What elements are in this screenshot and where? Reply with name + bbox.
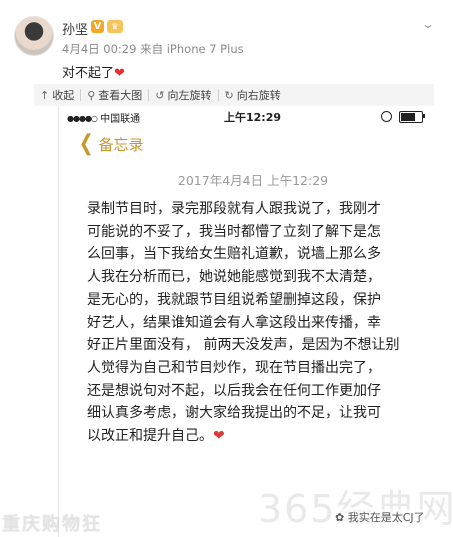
battery-tip xyxy=(423,114,425,118)
collapse-icon: ↑ xyxy=(40,88,50,102)
wechat-label: 我实在是太CJ了 xyxy=(347,511,425,524)
wechat-icon: ✿ xyxy=(335,511,345,524)
battery-icon xyxy=(399,111,423,123)
signal-icon: ●●●●○ xyxy=(67,114,98,123)
verified-badge-icon: V xyxy=(91,20,104,33)
rotate-right-icon: ↻ xyxy=(224,88,234,102)
note-line: 可能说的不妥了，我当时都懵了立刻了解下是怎 xyxy=(87,223,381,240)
note-line: 人我在分析而已，她说她能感觉到我不太清楚， xyxy=(87,269,381,286)
collapse-label: 收起 xyxy=(52,89,75,102)
note-line: 录制节目时，录完那段就有人跟我说了，我刚才 xyxy=(87,201,381,217)
note-line: 还是想说句对不起，以后我会在任何工作更加仔 xyxy=(87,382,381,399)
post-text: 对不起了❤ xyxy=(62,62,125,81)
note-line-last: 以改正和提升自己。❤ xyxy=(87,425,427,448)
magnify-icon: ⚲ xyxy=(87,88,96,102)
note-line: 是无心的，我就跟节目组说希望删掉这段，保护 xyxy=(87,291,381,308)
image-toolbar: ↑ 收起 ⚲ 查看大图 ↺ 向左旋转 ↻ 向右旋转 xyxy=(34,84,434,106)
username[interactable]: 孙坚 xyxy=(62,19,88,38)
rotate-right-label: 向右旋转 xyxy=(236,89,281,102)
note-line-text: 以改正和提升自己。 xyxy=(87,428,213,445)
view-large-image-label: 查看大图 xyxy=(98,89,143,102)
watermark-left: 重庆购物狂 xyxy=(2,514,102,535)
phone-status-bar: ●●●●○ 中国联通 上午12:29 xyxy=(59,106,447,126)
rotate-left-button[interactable]: ↺ 向左旋转 xyxy=(149,84,217,106)
rotate-right-button[interactable]: ↻ 向右旋转 xyxy=(219,84,287,106)
heart-icon: ❤ xyxy=(114,66,125,81)
note-line: 好正片里面没有， 前两天没发声，是因为不想让别 xyxy=(87,337,400,354)
post-text-content: 对不起了 xyxy=(62,66,115,81)
heart-icon: ❤ xyxy=(213,428,225,445)
avatar[interactable] xyxy=(14,16,54,56)
chevron-down-icon[interactable]: ⌄ xyxy=(421,17,435,31)
note-line: 么回事，当下我给女生赔礼道歉，说墙上那么多 xyxy=(87,246,381,263)
notes-back-button[interactable]: ❮ 备忘录 xyxy=(77,130,144,158)
note-date: 2017年4月4日 上午12:29 xyxy=(177,173,329,188)
wechat-watermark: ✿ 我实在是太CJ了 xyxy=(335,509,425,525)
carrier: ●●●●○ 中国联通 xyxy=(67,110,140,125)
rotate-left-icon: ↺ xyxy=(155,88,165,102)
chevron-left-icon: ❮ xyxy=(78,131,94,156)
post-image[interactable]: ●●●●○ 中国联通 上午12:29 ❮ 备忘录 2017年4月4日 上午12:… xyxy=(58,106,447,537)
note-line: 细认真多考虑，谢大家给我提出的不足，让我可 xyxy=(87,405,381,422)
view-large-image-button[interactable]: ⚲ 查看大图 xyxy=(81,84,148,106)
collapse-button[interactable]: ↑ 收起 xyxy=(34,84,80,106)
back-label: 备忘录 xyxy=(98,135,144,154)
member-badge-icon: ♛ xyxy=(107,20,123,33)
note-line: 人觉得为自己和节目炒作，现在节目播出完了， xyxy=(87,359,381,376)
rotate-left-label: 向左旋转 xyxy=(167,89,212,102)
post-header: 孙坚 V ♛ 4月4日 00:29 来自 iPhone 7 Plus ⌄ 对不起… xyxy=(0,0,453,84)
status-time: 上午12:29 xyxy=(224,111,282,124)
note-body: 录制节目时，录完那段就有人跟我说了，我刚才 可能说的不妥了，我当时都懵了立刻了解… xyxy=(87,198,427,448)
rotation-lock-icon xyxy=(381,111,392,122)
carrier-name: 中国联通 xyxy=(100,114,141,125)
note-line: 好艺人，结果谁知道会有人拿这段出来传播，幸 xyxy=(87,314,381,331)
post-meta: 4月4日 00:29 来自 iPhone 7 Plus xyxy=(62,42,244,56)
